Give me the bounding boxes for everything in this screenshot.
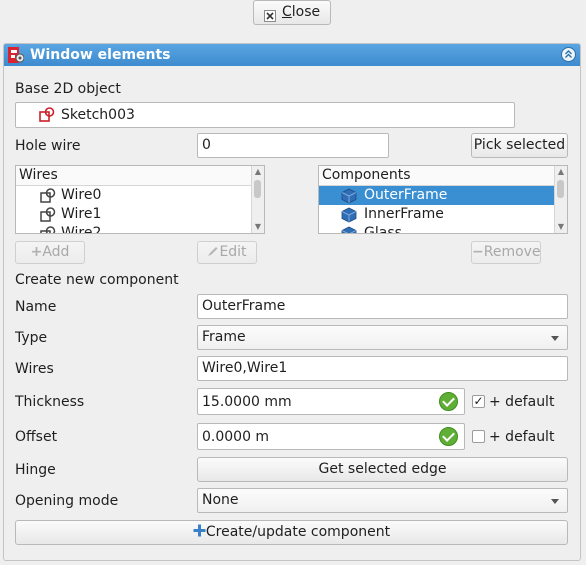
- wire-icon: [40, 226, 56, 233]
- list-item[interactable]: Wire1: [16, 205, 264, 224]
- hole-wire-input[interactable]: 0: [197, 133, 389, 158]
- panel-title-bar[interactable]: Window elements: [4, 44, 580, 66]
- wires-label: Wires: [15, 361, 54, 377]
- scroll-up-icon[interactable]: ▲: [252, 166, 264, 178]
- create-section-title: Create new component: [15, 272, 179, 288]
- thickness-label: Thickness: [15, 394, 85, 410]
- name-input[interactable]: OuterFrame: [197, 294, 568, 319]
- list-item[interactable]: Wire0: [16, 186, 264, 205]
- scroll-thumb[interactable]: [557, 180, 564, 198]
- add-label: Add: [42, 244, 70, 260]
- list-item[interactable]: InnerFrame: [319, 205, 567, 224]
- opening-mode-select[interactable]: None: [197, 488, 568, 513]
- list-item-label: InnerFrame: [364, 206, 444, 222]
- valid-check-icon: [439, 427, 458, 446]
- type-select[interactable]: Frame: [197, 325, 568, 350]
- thickness-default-checkbox[interactable]: ✓: [472, 395, 485, 408]
- list-item-label: OuterFrame: [364, 187, 448, 203]
- sketch-icon: [39, 107, 55, 123]
- wire-icon: [40, 207, 56, 223]
- offset-input[interactable]: 0.0000 m: [197, 423, 465, 450]
- type-label: Type: [15, 330, 48, 346]
- base-object-label: Base 2D object: [15, 81, 121, 97]
- scroll-down-icon[interactable]: ▼: [252, 221, 264, 233]
- collapse-icon[interactable]: [561, 47, 576, 62]
- wires-scrollbar[interactable]: ▲ ▼: [251, 166, 264, 233]
- component-cube-icon: [341, 226, 357, 233]
- pick-selected-button[interactable]: Pick selected: [471, 133, 568, 158]
- edit-button[interactable]: Edit: [197, 241, 257, 264]
- wires-input[interactable]: Wire0,Wire1: [197, 356, 568, 381]
- remove-button[interactable]: −Remove: [471, 241, 541, 264]
- close-button-label: lose: [291, 4, 321, 20]
- offset-value: 0.0000 m: [202, 429, 270, 445]
- close-icon: [264, 7, 276, 22]
- thickness-value: 15.0000 mm: [202, 394, 292, 410]
- chevron-down-icon: [551, 336, 559, 341]
- freecad-logo-icon: [8, 47, 25, 63]
- list-item-label: Wire1: [61, 206, 102, 222]
- edit-label: Edit: [219, 244, 247, 260]
- name-label: Name: [15, 299, 57, 315]
- get-selected-edge-button[interactable]: Get selected edge: [197, 457, 568, 482]
- components-scrollbar[interactable]: ▲ ▼: [554, 166, 567, 233]
- hole-wire-value: 0: [202, 137, 211, 153]
- add-button[interactable]: +Add: [15, 241, 85, 264]
- list-item-label: Wire2: [61, 225, 102, 234]
- scroll-thumb[interactable]: [254, 180, 261, 198]
- list-item[interactable]: Glass: [319, 224, 567, 234]
- scroll-down-icon[interactable]: ▼: [555, 221, 567, 233]
- hole-wire-label: Hole wire: [15, 138, 81, 154]
- components-list-header: Components: [319, 166, 567, 186]
- list-item-label: Glass: [364, 225, 402, 234]
- wires-list-header: Wires: [16, 166, 264, 186]
- base-object-value: Sketch003: [61, 107, 135, 123]
- hinge-label: Hinge: [15, 462, 56, 478]
- panel-title: Window elements: [30, 47, 171, 63]
- valid-check-icon: [439, 392, 458, 411]
- list-item-selected[interactable]: OuterFrame: [319, 186, 555, 205]
- list-item[interactable]: Wire2: [16, 224, 264, 234]
- type-value: Frame: [202, 329, 246, 345]
- edit-icon: [207, 243, 219, 256]
- remove-label: Remove: [483, 244, 541, 260]
- plus-icon: [193, 522, 206, 537]
- thickness-input[interactable]: 15.0000 mm: [197, 388, 465, 415]
- thickness-default-label: + default: [489, 394, 555, 410]
- get-selected-edge-label: Get selected edge: [318, 461, 447, 477]
- minus-icon: −: [472, 244, 484, 260]
- component-cube-icon: [341, 207, 357, 223]
- pick-selected-label: Pick selected: [473, 137, 566, 153]
- close-button-mnemonic: C: [282, 4, 292, 20]
- opening-mode-label: Opening mode: [15, 493, 119, 509]
- wires-list[interactable]: Wires Wire0 Wire1 Wire2 ▲ ▼: [15, 165, 265, 234]
- plus-icon: +: [30, 244, 43, 260]
- wire-icon: [40, 188, 56, 204]
- close-button[interactable]: Close: [253, 0, 331, 25]
- base-object-field[interactable]: Sketch003: [15, 102, 515, 128]
- list-item-label: Wire0: [61, 187, 102, 203]
- opening-mode-value: None: [202, 492, 239, 508]
- name-value: OuterFrame: [202, 298, 286, 314]
- chevron-down-icon: [551, 499, 559, 504]
- offset-label: Offset: [15, 429, 58, 445]
- offset-default-checkbox[interactable]: [472, 430, 485, 443]
- create-update-label: Create/update component: [205, 524, 391, 540]
- component-cube-icon: [341, 188, 357, 204]
- components-list[interactable]: Components OuterFrame InnerFrame Glass ▲…: [318, 165, 568, 234]
- create-update-component-button[interactable]: Create/update component: [15, 520, 568, 545]
- offset-default-label: + default: [489, 429, 555, 445]
- scroll-up-icon[interactable]: ▲: [555, 166, 567, 178]
- wires-value: Wire0,Wire1: [202, 360, 288, 376]
